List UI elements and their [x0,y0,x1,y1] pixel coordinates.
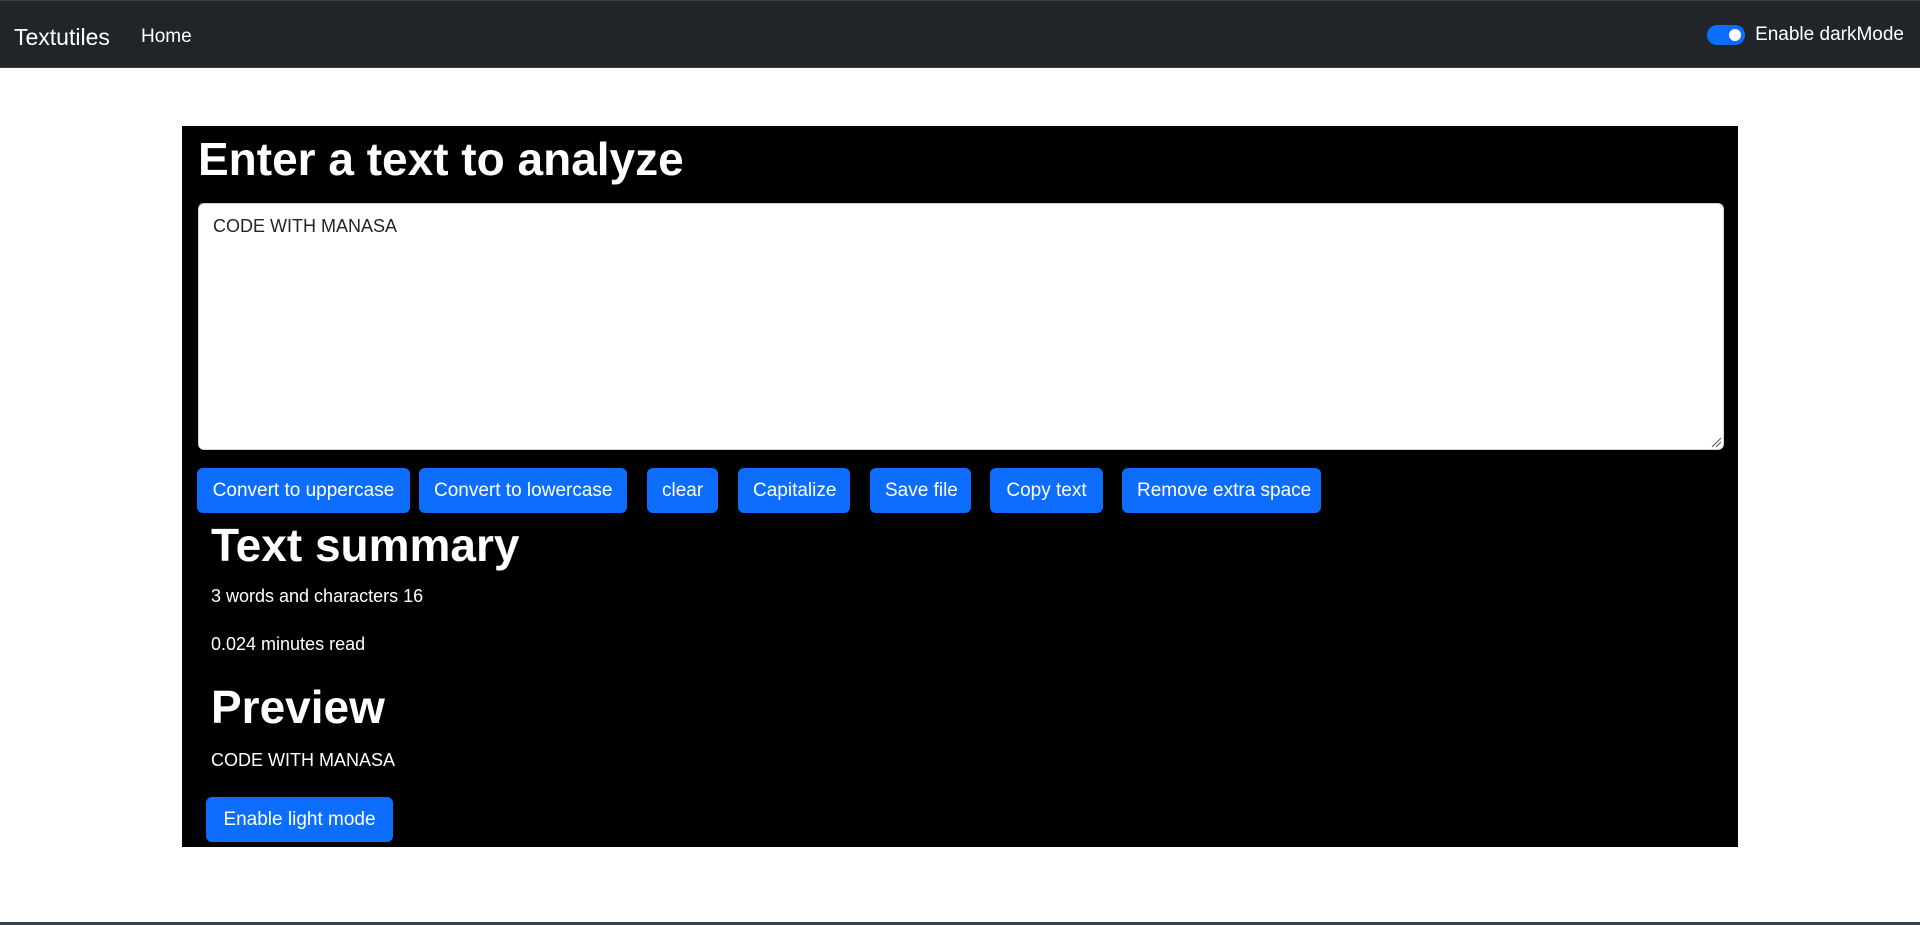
text-analyzer-panel: Enter a text to analyze CODE WITH MANASA… [182,126,1738,847]
switch-knob [1729,29,1742,41]
page-title: Enter a text to analyze [198,133,684,185]
copy-text-button[interactable]: Copy text [990,468,1103,513]
convert-uppercase-button[interactable]: Convert to uppercase [197,468,410,513]
preview-heading: Preview [211,681,385,733]
read-time: 0.024 minutes read [211,634,366,654]
navbar-brand[interactable]: Textutiles [14,23,110,51]
dark-mode-switch[interactable] [1707,25,1746,45]
navbar: Textutiles Home Enable darkMode [0,0,1920,68]
dark-mode-label[interactable]: Enable darkMode [1755,24,1904,46]
enable-light-mode-button[interactable]: Enable light mode [206,797,393,842]
save-file-button[interactable]: Save file [870,468,971,513]
remove-extra-space-button[interactable]: Remove extra space [1122,468,1321,513]
text-summary-heading: Text summary [211,519,520,571]
resize-grip-icon[interactable] [1710,436,1722,448]
word-char-count: 3 words and characters 16 [211,586,424,606]
dark-mode-toggle[interactable]: Enable darkMode [1707,23,1904,47]
text-input[interactable]: CODE WITH MANASA [198,203,1724,450]
capitalize-button[interactable]: Capitalize [738,468,850,513]
preview-text: CODE WITH MANASA [211,750,396,770]
convert-lowercase-button[interactable]: Convert to lowercase [419,468,627,513]
clear-button[interactable]: clear [647,468,718,513]
nav-link-home[interactable]: Home [141,25,192,49]
